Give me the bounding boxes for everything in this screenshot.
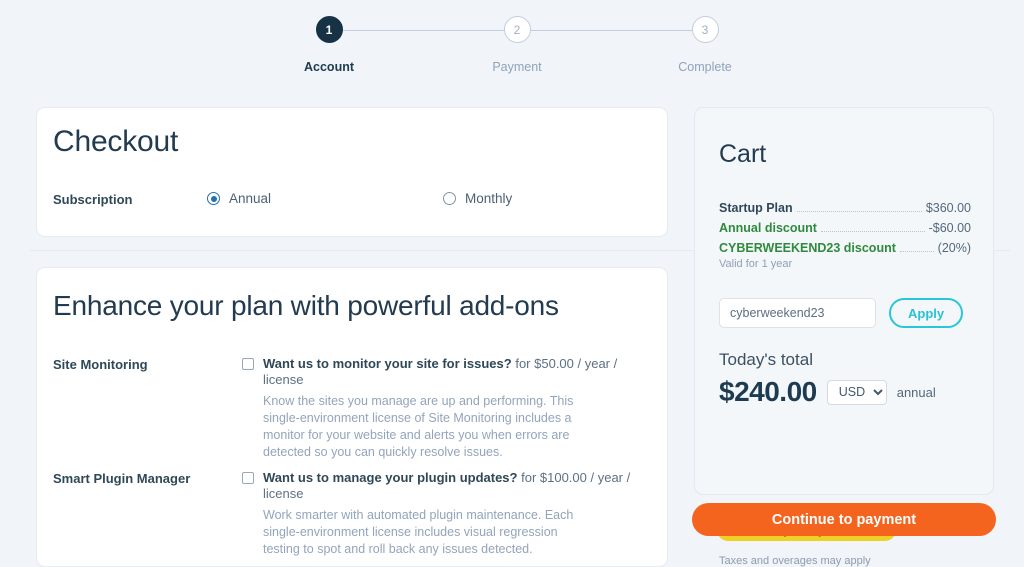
- addon-header[interactable]: Want us to manage your plugin updates? f…: [242, 470, 654, 502]
- step-label: Payment: [492, 60, 542, 74]
- cart-item-name: Startup Plan: [719, 201, 793, 215]
- subscription-option-annual[interactable]: Annual: [207, 191, 271, 206]
- addon-description: Work smarter with automated plugin maint…: [263, 508, 574, 556]
- cart-leader-dots: [796, 211, 922, 212]
- cart-item-value: -$60.00: [928, 221, 971, 235]
- total-row: $240.00 USD annual: [719, 376, 936, 408]
- cart-line-items: Startup Plan $360.00 Annual discount -$6…: [719, 199, 971, 270]
- radio-monthly-label: Monthly: [465, 191, 513, 206]
- total-label: Today's total: [719, 350, 813, 369]
- addon-description: Know the sites you manage are up and per…: [263, 394, 574, 459]
- step-label: Complete: [678, 60, 732, 74]
- cart-line-item: Annual discount -$60.00: [719, 219, 971, 238]
- cart-item-name: CYBERWEEKEND23 discount: [719, 241, 896, 255]
- addon-question: Want us to manage your plugin updates?: [263, 470, 518, 485]
- addon-smart-plugin-manager: Want us to manage your plugin updates? f…: [242, 470, 654, 558]
- cart-item-name: Annual discount: [719, 221, 817, 235]
- cart-title: Cart: [719, 140, 767, 168]
- stepper-step-account[interactable]: 1 Account: [269, 16, 389, 74]
- total-amount: $240.00: [719, 376, 817, 407]
- total-period: annual: [896, 384, 936, 400]
- apply-coupon-button[interactable]: Apply: [889, 298, 964, 328]
- checkout-card: Checkout Subscription Annual Monthly: [36, 107, 668, 237]
- checkout-title: Checkout: [53, 125, 179, 158]
- addons-title: Enhance your plan with powerful add-ons: [53, 290, 559, 321]
- checkbox-smart-plugin-manager[interactable]: [242, 472, 254, 484]
- cart-leader-dots: [899, 251, 934, 252]
- step-number-circle: 1: [315, 16, 343, 43]
- addon-label-site-monitoring: Site Monitoring: [53, 357, 148, 372]
- cart-item-value: (20%): [937, 241, 971, 255]
- step-label: Account: [304, 60, 354, 74]
- currency-select[interactable]: USD: [826, 379, 887, 405]
- stepper-step-complete[interactable]: 3 Complete: [645, 16, 765, 74]
- continue-to-payment-button[interactable]: Continue to payment: [692, 503, 996, 536]
- cart-item-validity: Valid for 1 year: [719, 258, 793, 270]
- addon-label-smart-plugin-manager: Smart Plugin Manager: [53, 471, 191, 486]
- addon-site-monitoring: Want us to monitor your site for issues?…: [242, 356, 654, 461]
- coupon-row: Apply: [719, 298, 964, 328]
- addon-header[interactable]: Want us to monitor your site for issues?…: [242, 356, 654, 388]
- radio-annual[interactable]: [207, 192, 220, 205]
- addons-card: Enhance your plan with powerful add-ons …: [36, 267, 668, 567]
- cart-item-value: $360.00: [925, 201, 971, 215]
- checkout-stepper: 1 Account 2 Payment 3 Complete: [0, 0, 1024, 92]
- radio-monthly[interactable]: [443, 192, 456, 205]
- cart-line-item: Startup Plan $360.00: [719, 199, 971, 218]
- subscription-label: Subscription: [53, 192, 133, 207]
- stepper-step-payment[interactable]: 2 Payment: [457, 16, 577, 74]
- radio-annual-label: Annual: [229, 191, 272, 206]
- cart-line-item: CYBERWEEKEND23 discount (20%): [719, 239, 971, 258]
- step-number-circle: 3: [691, 16, 719, 43]
- subscription-option-monthly[interactable]: Monthly: [443, 191, 512, 206]
- step-number-circle: 2: [503, 16, 531, 43]
- taxes-note: Taxes and overages may apply: [719, 555, 871, 567]
- cart-leader-dots: [820, 231, 925, 232]
- checkbox-site-monitoring[interactable]: [242, 358, 254, 370]
- coupon-input[interactable]: [719, 298, 876, 328]
- addon-question: Want us to monitor your site for issues?: [263, 356, 512, 371]
- cart-panel: Cart Startup Plan $360.00 Annual discoun…: [694, 107, 994, 567]
